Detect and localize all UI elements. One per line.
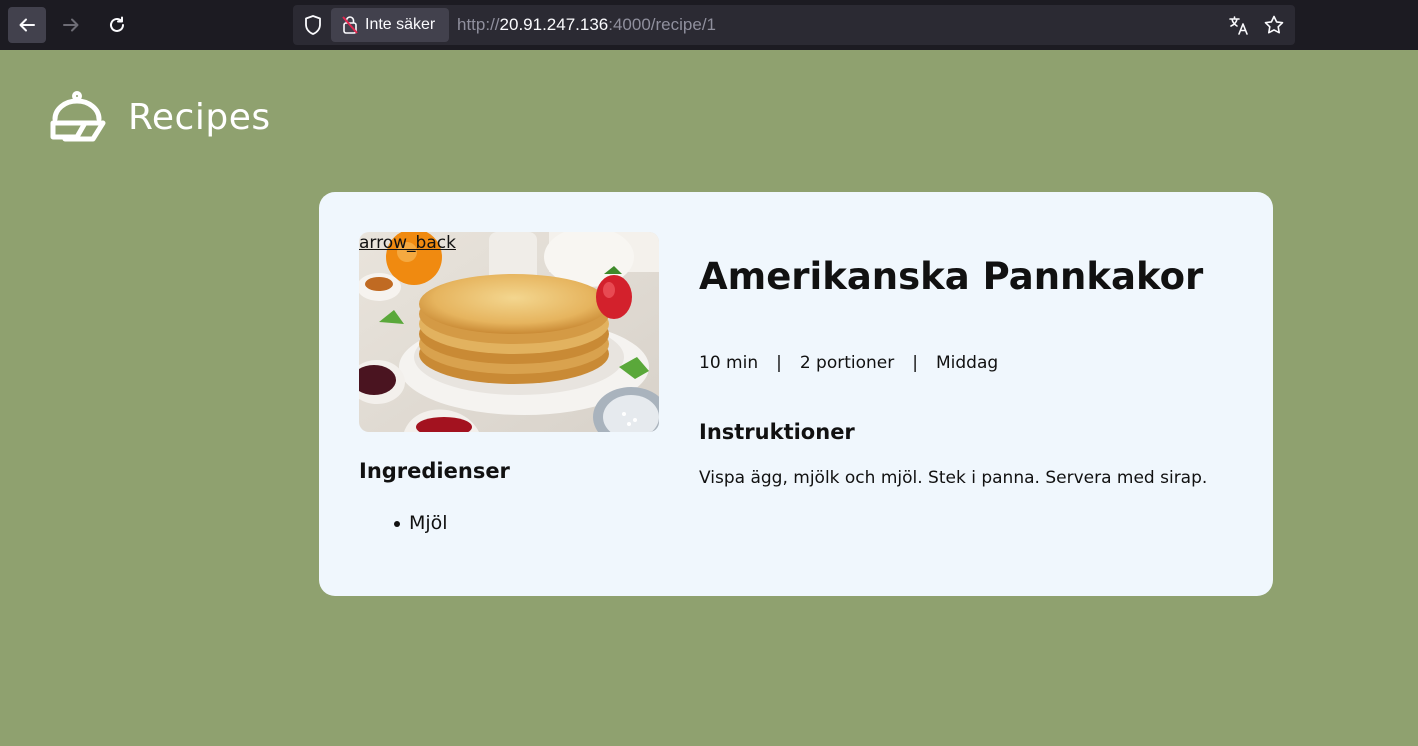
recipe-category: Middag bbox=[935, 353, 999, 373]
address-bar[interactable]: Inte säker http://20.91.247.136:4000/rec… bbox=[293, 5, 1295, 45]
security-indicator[interactable]: Inte säker bbox=[331, 8, 449, 42]
forward-button[interactable] bbox=[52, 7, 90, 43]
recipe-image bbox=[359, 232, 659, 432]
arrow-right-icon bbox=[63, 18, 79, 32]
meta-separator: | bbox=[776, 353, 782, 373]
reload-icon bbox=[110, 16, 124, 32]
insecure-lock-icon bbox=[342, 16, 358, 34]
cloche-logo-icon[interactable] bbox=[49, 91, 107, 145]
recipe-time: 10 min bbox=[699, 353, 759, 373]
url-path: :4000/recipe/1 bbox=[608, 15, 716, 34]
bookmark-star-icon[interactable] bbox=[1263, 14, 1285, 36]
list-item: Mjöl bbox=[394, 512, 448, 534]
meta-separator: | bbox=[912, 353, 918, 373]
translate-icon[interactable] bbox=[1228, 14, 1250, 36]
pancake-photo bbox=[359, 232, 659, 432]
back-link[interactable]: arrow_back bbox=[359, 233, 456, 253]
arrow-left-icon bbox=[19, 18, 35, 32]
ingredients-list: Mjöl bbox=[394, 512, 448, 534]
recipe-portions: 2 portioner bbox=[799, 353, 895, 373]
url-text[interactable]: http://20.91.247.136:4000/recipe/1 bbox=[457, 15, 716, 35]
site-title[interactable]: Recipes bbox=[128, 97, 271, 138]
instructions-text: Vispa ägg, mjölk och mjöl. Stek i panna.… bbox=[699, 468, 1208, 488]
url-prefix: http:// bbox=[457, 15, 500, 34]
recipe-card: arrow_back Ingredienser Mjöl Amerikanska… bbox=[319, 192, 1273, 596]
shield-icon[interactable] bbox=[303, 14, 323, 36]
security-label: Inte säker bbox=[365, 16, 436, 33]
ingredients-heading: Ingredienser bbox=[359, 459, 510, 483]
instructions-heading: Instruktioner bbox=[699, 420, 855, 444]
url-host: 20.91.247.136 bbox=[499, 15, 609, 34]
recipe-meta: 10 min | 2 portioner | Middag bbox=[699, 353, 998, 373]
recipe-title: Amerikanska Pannkakor bbox=[699, 255, 1204, 298]
reload-button[interactable] bbox=[98, 7, 136, 43]
back-button[interactable] bbox=[8, 7, 46, 43]
browser-toolbar: Inte säker http://20.91.247.136:4000/rec… bbox=[0, 0, 1418, 50]
